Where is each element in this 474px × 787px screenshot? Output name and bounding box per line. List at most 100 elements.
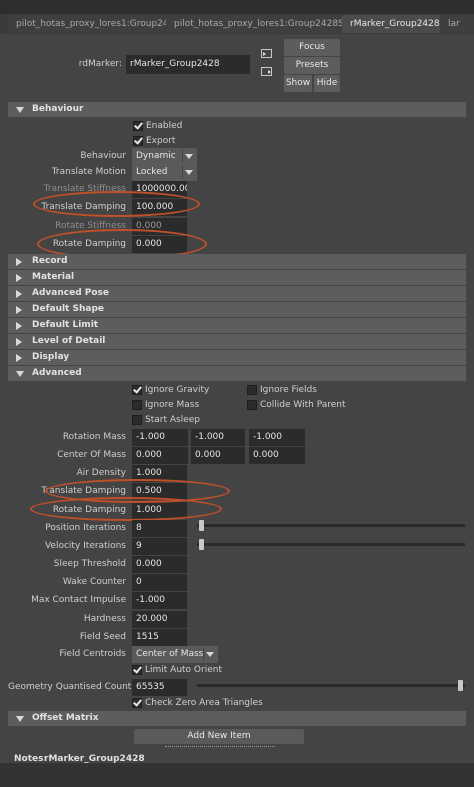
node-name-field[interactable]: rMarker_Group2428 <box>126 55 250 74</box>
limit-auto-orient-checkbox[interactable] <box>132 665 142 675</box>
node-type-label: rdMarker: <box>78 59 122 69</box>
rotate-damping-field[interactable]: 0.000 <box>132 236 187 253</box>
center-of-mass-z-field[interactable]: 0.000 <box>249 447 305 464</box>
translate-stiffness-label: Translate Stiffness <box>43 184 126 194</box>
translate-stiffness-field[interactable]: 1000000.000 <box>132 181 187 198</box>
hardness-field[interactable]: 20.000 <box>132 611 187 628</box>
section-title: Offset Matrix <box>32 713 99 723</box>
top-strip <box>0 0 474 14</box>
section-display[interactable]: Display <box>8 350 466 365</box>
hardness-label: Hardness <box>83 614 126 624</box>
rotation-mass-label: Rotation Mass <box>62 432 126 442</box>
section-material[interactable]: Material <box>8 270 466 285</box>
tab-group-transform[interactable]: pilot_hotas_proxy_lores1:Group2428 <box>8 15 166 33</box>
velocity-iterations-slider-handle[interactable] <box>199 539 204 550</box>
check-zero-area-checkbox[interactable] <box>132 698 142 708</box>
copy-tab-icon[interactable] <box>261 67 272 76</box>
focus-button[interactable]: Focus <box>284 39 340 56</box>
chevron-down-icon <box>185 154 193 159</box>
section-default-shape[interactable]: Default Shape <box>8 302 466 317</box>
hide-button[interactable]: Hide <box>314 75 340 92</box>
enabled-checkbox[interactable] <box>133 121 143 131</box>
notes-text-area[interactable] <box>0 763 474 787</box>
geometry-quantised-count-slider-handle[interactable] <box>458 680 463 691</box>
geometry-quantised-count-slider[interactable] <box>197 684 465 687</box>
tab-overflow[interactable]: lar <box>440 15 474 33</box>
rotate-damping-label: Rotate Damping <box>52 239 126 249</box>
position-iterations-slider-handle[interactable] <box>199 520 204 531</box>
ignore-mass-label: Ignore Mass <box>145 400 200 410</box>
translate-damping-field[interactable]: 100.000 <box>132 199 187 216</box>
tab-rmarker[interactable]: rMarker_Group2428 <box>342 15 440 33</box>
ignore-gravity-checkbox[interactable] <box>132 385 142 395</box>
geometry-quantised-count-field[interactable]: 65535 <box>132 679 187 696</box>
sleep-threshold-field[interactable]: 0.000 <box>132 556 187 573</box>
section-title: Advanced Pose <box>32 288 110 298</box>
rotation-mass-y-field[interactable]: -1.000 <box>191 429 245 446</box>
field-centroids-dropdown[interactable]: Center of Mass <box>132 646 218 663</box>
adv-translate-damping-label: Translate Damping <box>41 486 126 496</box>
velocity-iterations-label: Velocity Iterations <box>44 541 126 551</box>
position-iterations-label: Position Iterations <box>45 523 126 533</box>
velocity-iterations-slider[interactable] <box>197 543 465 546</box>
section-offset-matrix[interactable]: Offset Matrix <box>8 711 466 726</box>
center-of-mass-label: Center Of Mass <box>57 450 126 460</box>
expand-arrow-icon <box>16 274 22 282</box>
field-centroids-label: Field Centroids <box>59 649 126 659</box>
center-of-mass-x-field[interactable]: 0.000 <box>132 447 188 464</box>
rotate-stiffness-label: Rotate Stiffness <box>55 221 126 231</box>
section-advanced[interactable]: Advanced <box>8 366 466 381</box>
expand-arrow-icon <box>16 354 22 362</box>
section-title: Record <box>32 256 68 266</box>
ignore-mass-checkbox[interactable] <box>132 400 142 410</box>
adv-rotate-damping-field[interactable]: 1.000 <box>132 502 187 519</box>
expand-arrow-icon <box>16 107 24 113</box>
sleep-threshold-label: Sleep Threshold <box>53 559 126 569</box>
rotation-mass-z-field[interactable]: -1.000 <box>249 429 305 446</box>
ignore-fields-checkbox[interactable] <box>247 385 257 395</box>
section-title: Material <box>32 272 75 282</box>
section-title: Behaviour <box>32 104 84 114</box>
start-asleep-checkbox[interactable] <box>132 415 142 425</box>
tab-group-shape[interactable]: pilot_hotas_proxy_lores1:Group2428Shape <box>166 15 342 33</box>
section-default-limit[interactable]: Default Limit <box>8 318 466 333</box>
translate-motion-dropdown[interactable]: Locked <box>132 164 197 181</box>
presets-button[interactable]: Presets <box>284 57 340 74</box>
export-label: Export <box>146 136 176 146</box>
velocity-iterations-field[interactable]: 9 <box>132 538 187 555</box>
expand-arrow-icon <box>16 338 22 346</box>
position-iterations-slider[interactable] <box>197 524 465 527</box>
center-of-mass-y-field[interactable]: 0.000 <box>191 447 245 464</box>
field-seed-field[interactable]: 1515 <box>132 629 187 646</box>
enabled-label: Enabled <box>146 121 183 131</box>
resize-handle[interactable] <box>165 746 275 747</box>
section-record[interactable]: Record <box>8 254 466 269</box>
behaviour-value: Dynamic <box>136 151 176 161</box>
add-new-item-button[interactable]: Add New Item <box>134 729 304 744</box>
field-seed-label: Field Seed <box>79 632 126 642</box>
collide-with-parent-checkbox[interactable] <box>247 400 257 410</box>
geometry-quantised-count-label: Geometry Quantised Count <box>8 682 132 692</box>
export-checkbox[interactable] <box>133 136 143 146</box>
wake-counter-field[interactable]: 0 <box>132 574 187 591</box>
max-contact-impulse-label: Max Contact Impulse <box>31 595 126 605</box>
limit-auto-orient-label: Limit Auto Orient <box>145 665 222 675</box>
show-button[interactable]: Show <box>284 75 312 92</box>
collide-with-parent-label: Collide With Parent <box>260 400 346 410</box>
expand-arrow-icon <box>16 258 22 266</box>
position-iterations-field[interactable]: 8 <box>132 520 187 537</box>
translate-motion-value: Locked <box>136 167 168 177</box>
section-behaviour[interactable]: Behaviour <box>8 102 466 117</box>
select-icon[interactable] <box>261 49 272 58</box>
expand-arrow-icon <box>16 306 22 314</box>
adv-rotate-damping-label: Rotate Damping <box>52 505 126 515</box>
section-level-of-detail[interactable]: Level of Detail <box>8 334 466 349</box>
air-density-field[interactable]: 1.000 <box>132 465 187 482</box>
rotate-stiffness-field[interactable]: 0.000 <box>132 218 187 235</box>
rotation-mass-x-field[interactable]: -1.000 <box>132 429 188 446</box>
section-title: Advanced <box>32 368 82 378</box>
adv-translate-damping-field[interactable]: 0.500 <box>132 483 187 500</box>
behaviour-dropdown[interactable]: Dynamic <box>132 148 197 165</box>
max-contact-impulse-field[interactable]: -1.000 <box>132 592 187 609</box>
section-advanced-pose[interactable]: Advanced Pose <box>8 286 466 301</box>
